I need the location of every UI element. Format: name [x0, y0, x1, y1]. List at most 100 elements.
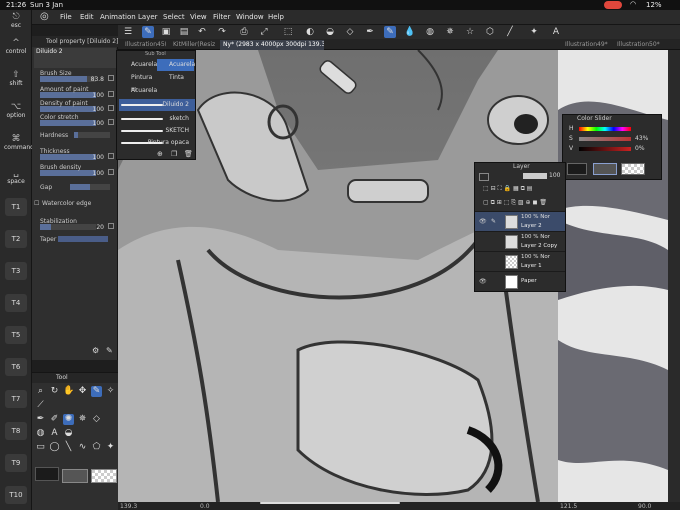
transform-icon[interactable]: ⤢: [258, 26, 270, 38]
tab-illustration45[interactable]: Illustration45(Ill: [122, 40, 166, 50]
t3-key[interactable]: T3: [5, 262, 27, 280]
line-icon[interactable]: ╲: [63, 442, 74, 453]
pen-tool-icon[interactable]: ✒: [35, 414, 46, 425]
tab-illustration50[interactable]: Illustration50*: [614, 40, 666, 50]
hamburger-icon[interactable]: ☰: [122, 26, 134, 38]
pressure-icon[interactable]: [108, 119, 114, 125]
rotation-value[interactable]: 0.0: [200, 503, 210, 510]
layer-opacity-slider[interactable]: [523, 173, 547, 179]
subtool-group-tinta[interactable]: Tinta: [157, 72, 194, 84]
secondary-zoom-value[interactable]: 121.5: [560, 503, 577, 510]
menu-select[interactable]: Select: [163, 13, 185, 21]
menu-view[interactable]: View: [190, 13, 207, 21]
main-color-swatch[interactable]: [35, 467, 59, 481]
layer-row-layer2[interactable]: 👁 ✎ 100 % Nor Layer 2: [475, 211, 565, 231]
tab-kitmiller[interactable]: KitMiller(Resiz: [170, 40, 216, 50]
decoration-icon[interactable]: ☆: [464, 26, 476, 38]
figure-icon[interactable]: ⬡: [484, 26, 496, 38]
value-gradient[interactable]: [579, 147, 631, 151]
layer-actions-icon[interactable]: ▢ ⧉ ⊞ ⬚ ⎘ ▨ ⊕ ◼ 🗑: [483, 199, 547, 207]
ellipse-icon[interactable]: ◯: [49, 442, 60, 453]
pressure-icon[interactable]: [108, 223, 114, 229]
brush-tool-icon[interactable]: ✎: [142, 26, 154, 38]
pressure-icon[interactable]: [108, 75, 114, 81]
menu-help[interactable]: Help: [268, 13, 284, 21]
pen-icon[interactable]: ✒: [364, 26, 376, 38]
pressure-icon[interactable]: [108, 91, 114, 97]
selection-icon[interactable]: ⬚: [282, 26, 294, 38]
menu-filter[interactable]: Filter: [213, 13, 230, 21]
pressure-icon[interactable]: [108, 105, 114, 111]
t7-key[interactable]: T7: [5, 390, 27, 408]
taper-slider[interactable]: [58, 236, 108, 242]
wand-icon[interactable]: ✦: [528, 26, 540, 38]
esc-key[interactable]: ⎋ esc: [4, 12, 28, 29]
pressure-icon[interactable]: [108, 169, 114, 175]
settings-icon[interactable]: ⚙: [92, 346, 99, 355]
watercolor-icon[interactable]: ✺: [63, 414, 74, 425]
undo-icon[interactable]: ↶: [196, 26, 208, 38]
brush-preview[interactable]: Diluido 2: [34, 48, 116, 68]
layer-tools-icon[interactable]: ⬚ ⊟ ⛶ 🔒 ▦ ⧉ ▤: [483, 185, 532, 193]
t1-key[interactable]: T1: [5, 198, 27, 216]
saturation-gradient[interactable]: [579, 137, 631, 141]
t6-key[interactable]: T6: [5, 358, 27, 376]
option-key[interactable]: ⌥ option: [4, 102, 28, 119]
layer-opacity-value[interactable]: 100: [549, 172, 560, 179]
layer-row-paper[interactable]: 👁 Paper: [475, 271, 565, 291]
brush-tool-palette-icon[interactable]: ✐: [49, 414, 60, 425]
pencil-tool-icon[interactable]: ✎: [91, 386, 102, 397]
t4-key[interactable]: T4: [5, 294, 27, 312]
menu-animation[interactable]: Animation: [100, 13, 136, 21]
airbrush-icon[interactable]: ✵: [444, 26, 456, 38]
hue-gradient[interactable]: [579, 127, 631, 131]
blend-tool-icon[interactable]: ◍: [35, 428, 46, 439]
horizontal-scroll-indicator[interactable]: [260, 502, 400, 504]
blend-mode-dropdown[interactable]: [479, 173, 489, 181]
water-drop-icon[interactable]: 💧: [404, 26, 416, 38]
hardness-slider[interactable]: [74, 132, 110, 138]
saturation-row[interactable]: S 43%: [567, 135, 661, 143]
brush-pintura-opaca[interactable]: Pintura opaca: [119, 137, 195, 149]
menu-file[interactable]: File: [60, 13, 72, 21]
eyedropper-icon[interactable]: ⟋: [35, 400, 46, 411]
pencil-icon[interactable]: ✎: [384, 26, 396, 38]
eye-icon[interactable]: 👁: [479, 218, 487, 225]
transparent-color-swatch[interactable]: [91, 469, 117, 483]
right-scrollbar[interactable]: [668, 50, 680, 502]
wrench-icon[interactable]: ✎: [106, 346, 113, 355]
fill-icon[interactable]: ◐: [304, 26, 316, 38]
eye-icon[interactable]: 👁: [479, 278, 487, 285]
slider-main-color[interactable]: [567, 163, 587, 175]
t2-key[interactable]: T2: [5, 230, 27, 248]
slider-transparent-color[interactable]: [621, 163, 645, 175]
curve-icon[interactable]: ∿: [77, 442, 88, 453]
tab-illustration49[interactable]: Illustration49*: [562, 40, 610, 50]
add-subtool-icon[interactable]: ⊕: [157, 150, 163, 158]
brush-sketch-upper[interactable]: SKETCH: [119, 125, 195, 137]
brush-sketch[interactable]: sketch: [119, 113, 195, 125]
blend-icon[interactable]: ◍: [424, 26, 436, 38]
pressure-icon[interactable]: [108, 153, 114, 159]
line-tool-icon[interactable]: ╱: [504, 26, 516, 38]
t10-key[interactable]: T10: [5, 486, 27, 504]
subtool-group-pintura[interactable]: Pintura m: [119, 72, 156, 93]
hand-icon[interactable]: ✋: [63, 386, 74, 397]
bucket-icon[interactable]: ◒: [324, 26, 336, 38]
slider-sub-color[interactable]: [593, 163, 617, 175]
control-key[interactable]: ^ control: [4, 38, 28, 55]
secondary-rotation-value[interactable]: 90.0: [638, 503, 651, 510]
subtool-group-acuarela-3[interactable]: Acuarela: [119, 85, 157, 97]
delete-subtool-icon[interactable]: 🗑: [184, 150, 193, 158]
airbrush-tool-icon[interactable]: ✵: [77, 414, 88, 425]
eraser-tool-icon[interactable]: ◇: [91, 414, 102, 425]
hue-row[interactable]: H: [567, 125, 661, 133]
zoom-value[interactable]: 139.3: [120, 503, 137, 510]
shift-key[interactable]: ⇧ shift: [4, 70, 28, 87]
gap-slider[interactable]: [70, 184, 110, 190]
rotate-icon[interactable]: ↻: [49, 386, 60, 397]
wand-tool-icon[interactable]: ✧: [105, 386, 116, 397]
menu-edit[interactable]: Edit: [80, 13, 94, 21]
text-icon[interactable]: A: [550, 26, 562, 38]
move-icon[interactable]: ✥: [77, 386, 88, 397]
